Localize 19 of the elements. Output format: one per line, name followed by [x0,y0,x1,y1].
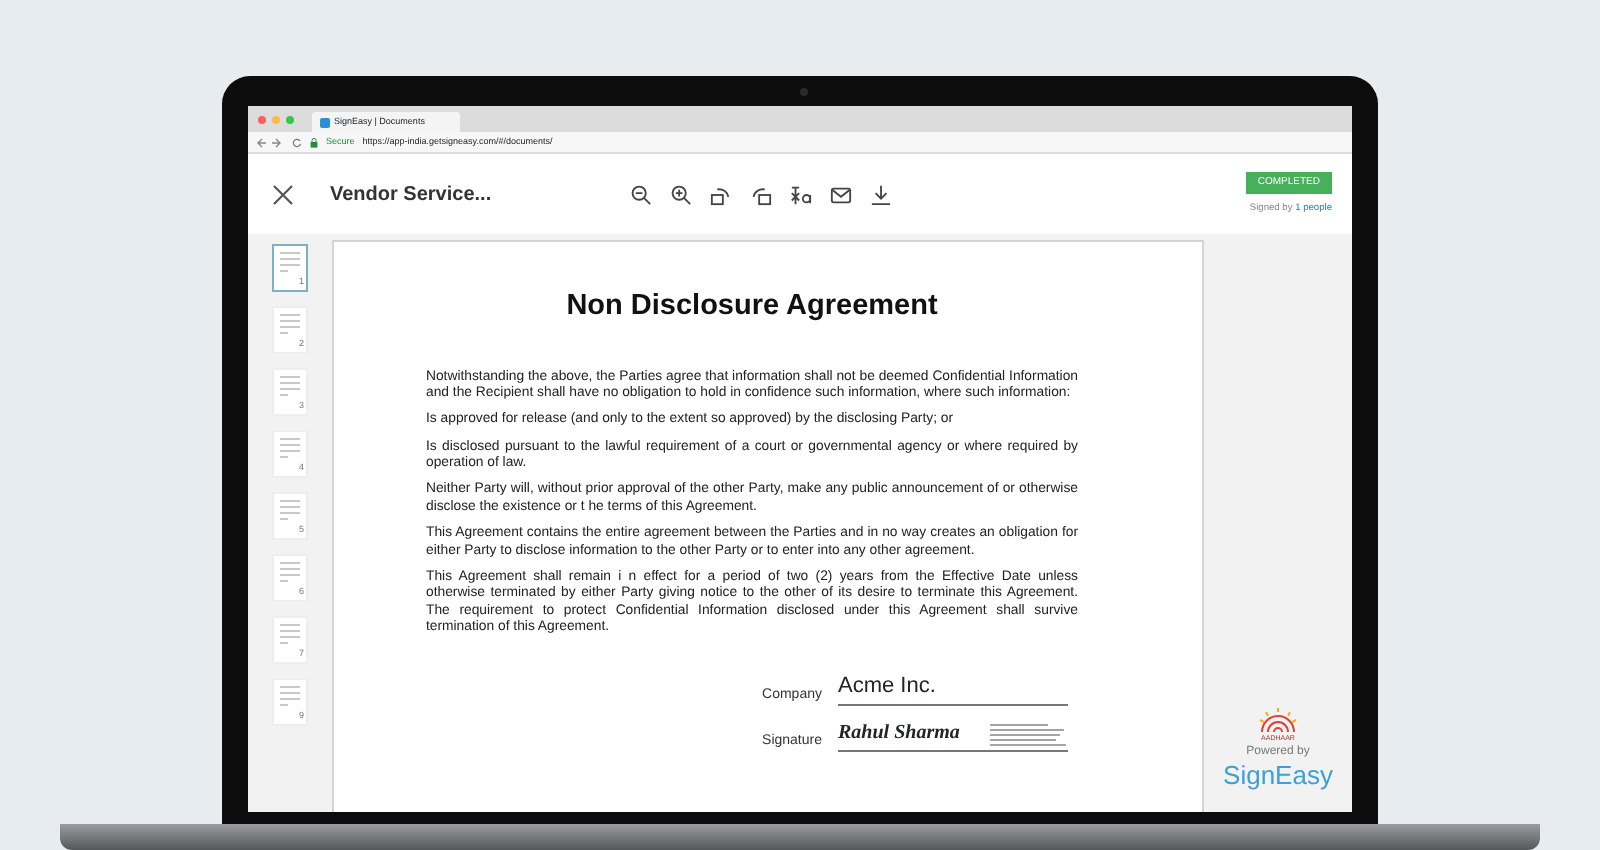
signature-field[interactable]: Rahul Sharma [838,718,1068,753]
rotate-left-icon[interactable] [710,183,732,205]
document-name: Vendor Service... [330,181,494,209]
lock-icon [310,137,318,147]
close-icon[interactable] [272,183,294,205]
reload-icon[interactable] [292,137,302,147]
zoom-out-icon[interactable] [630,183,652,205]
rotate-right-icon[interactable] [750,183,772,205]
digital-stamp-drawing [988,721,1068,746]
navigation-arrows-icon[interactable] [256,137,284,147]
brand-logo: SignEasy [1223,762,1333,788]
company-field[interactable]: Acme Inc. [838,669,1068,707]
signature-text: Rahul Sharma [838,720,960,749]
download-icon[interactable] [870,183,892,205]
envelope-icon[interactable] [830,183,852,205]
fingerprint-logo-icon [1256,705,1300,734]
document-title: Non Disclosure Agreement [564,288,940,326]
text-size-icon[interactable] [790,183,812,205]
zoom-in-icon[interactable] [670,183,692,205]
